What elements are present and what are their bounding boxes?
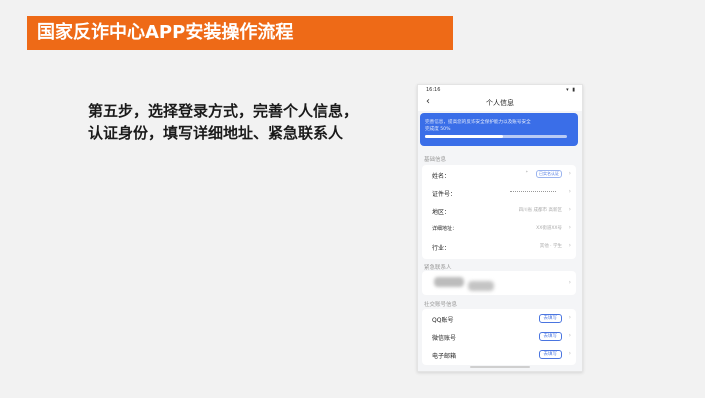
row-label: 姓名： xyxy=(432,173,451,180)
fill-in-button[interactable]: 去填写 xyxy=(538,314,562,323)
section-label-emergency: 紧急联系人 xyxy=(424,265,452,271)
row-label: 电子邮箱 xyxy=(432,353,457,360)
chevron-right-icon: › xyxy=(568,332,571,339)
masked-value xyxy=(510,191,556,192)
row-address[interactable]: 详细地址： XX街道XX号 › xyxy=(422,220,576,238)
row-industry[interactable]: 行业： 其他 · 学生 › xyxy=(422,238,576,256)
row-region[interactable]: 地区： 四川省 成都市 高新区 › xyxy=(422,202,576,220)
row-label: 微信账号 xyxy=(432,335,457,342)
section-label-basic: 基础信息 xyxy=(424,157,447,163)
row-value: 其他 · 学生 xyxy=(539,244,562,249)
row-label: 证件号： xyxy=(432,191,457,198)
chevron-right-icon: › xyxy=(568,170,571,177)
nav-bar: ‹ 个人信息 xyxy=(418,95,582,111)
row-label: 详细地址： xyxy=(432,226,458,232)
fill-in-button[interactable]: 去填写 xyxy=(538,350,562,359)
row-value: * xyxy=(525,171,528,176)
row-name[interactable]: 姓名： * 已实名认证 › xyxy=(422,166,576,184)
chevron-right-icon: › xyxy=(568,224,571,231)
chevron-right-icon: › xyxy=(568,188,571,195)
verified-badge: 已实名认证 xyxy=(536,170,562,178)
emergency-contact-card[interactable]: › xyxy=(422,271,576,295)
status-bar: 16:16 ▾ ▮ xyxy=(418,85,582,95)
blurred-contact xyxy=(434,277,464,287)
phone-screenshot: 16:16 ▾ ▮ ‹ 个人信息 完善信息，提高您的反诈安全保护能力以及账号安全… xyxy=(417,84,583,372)
banner-text: 完善信息，提高您的反诈安全保护能力以及账号安全 xyxy=(425,120,531,125)
row-qq[interactable]: QQ账号 去填写 › xyxy=(422,310,576,328)
row-id-number[interactable]: 证件号： › xyxy=(422,184,576,202)
chevron-right-icon: › xyxy=(568,206,571,213)
social-accounts-card: QQ账号 去填写 › 微信账号 去填写 › 电子邮箱 去填写 › xyxy=(422,309,576,365)
slide-title: 国家反诈中心APP安装操作流程 xyxy=(27,16,453,50)
row-label: 行业： xyxy=(432,245,451,252)
section-label-social: 社交账号信息 xyxy=(424,302,458,308)
basic-info-card: 姓名： * 已实名认证 › 证件号： › 地区： 四川省 成都市 高新区 › 详… xyxy=(422,165,576,259)
status-icons: ▾ ▮ xyxy=(566,87,576,93)
step-description: 第五步，选择登录方式，完善个人信息，认证身份，填写详细地址、紧急联系人 xyxy=(88,102,359,142)
row-wechat[interactable]: 微信账号 去填写 › xyxy=(422,328,576,346)
progress-bar xyxy=(425,135,567,138)
completion-banner: 完善信息，提高您的反诈安全保护能力以及账号安全 完成度 50% xyxy=(420,113,578,146)
row-value: XX街道XX号 xyxy=(536,226,562,231)
fill-in-button[interactable]: 去填写 xyxy=(538,332,562,341)
row-email[interactable]: 电子邮箱 去填写 › xyxy=(422,346,576,364)
row-value: 四川省 成都市 高新区 xyxy=(518,208,562,213)
chevron-right-icon: › xyxy=(568,279,571,286)
chevron-right-icon: › xyxy=(568,314,571,321)
slide: 国家反诈中心APP安装操作流程 第五步，选择登录方式，完善个人信息，认证身份，填… xyxy=(0,0,705,398)
chevron-right-icon: › xyxy=(568,242,571,249)
row-label: QQ账号 xyxy=(432,317,454,324)
blurred-contact xyxy=(468,281,494,291)
banner-progress-text: 完成度 50% xyxy=(425,127,451,132)
home-indicator xyxy=(470,366,530,368)
chevron-right-icon: › xyxy=(568,350,571,357)
nav-title: 个人信息 xyxy=(486,99,514,107)
progress-fill xyxy=(425,135,504,138)
status-time: 16:16 xyxy=(426,87,441,93)
row-label: 地区： xyxy=(432,209,451,216)
